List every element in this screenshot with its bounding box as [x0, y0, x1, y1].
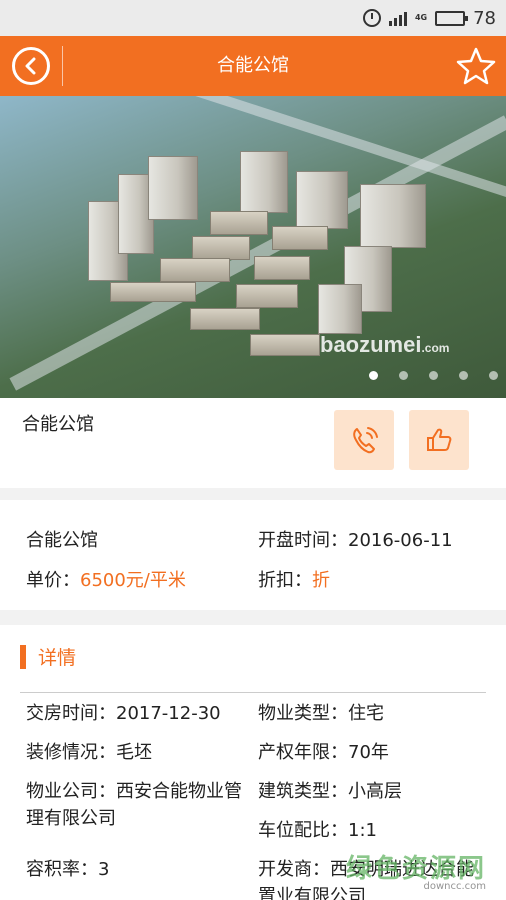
carousel-dot[interactable] — [429, 371, 438, 380]
building-type: 建筑类型：小高层 — [258, 781, 402, 802]
summary-card: 合能公馆 — [0, 398, 506, 488]
thumbs-up-icon — [427, 428, 452, 451]
parking-ratio: 车位配比：1:1 — [258, 820, 377, 841]
details-card: 详情 交房时间：2017-12-30 物业类型：住宅 装修情况：毛坯 产权年限：… — [0, 625, 506, 900]
signal-icon — [388, 10, 407, 26]
management-company: 物业公司：西安合能物业管理有限公司 — [26, 781, 242, 829]
status-icons: 4G 78 — [362, 0, 496, 36]
section-title: 详情 — [38, 647, 77, 669]
alarm-icon — [362, 9, 381, 27]
back-button[interactable] — [12, 47, 50, 85]
building — [250, 334, 320, 356]
network-type: 4G — [414, 13, 428, 22]
battery-level: 78 — [473, 7, 496, 29]
building — [240, 151, 288, 213]
info-name: 合能公馆 — [26, 530, 98, 551]
info-card: 合能公馆 开盘时间：2016-06-11 单价：6500元/平米 折扣：折 — [0, 500, 506, 610]
building — [254, 256, 310, 280]
tenure: 产权年限：70年 — [258, 742, 389, 763]
floor-area-ratio: 容积率：3 — [26, 859, 110, 880]
carousel-dot[interactable] — [489, 371, 498, 380]
building — [360, 184, 426, 248]
image-watermark: baozumei.com — [320, 332, 450, 357]
handover-date: 交房时间：2017-12-30 — [26, 703, 221, 724]
building — [296, 171, 348, 229]
favorite-button[interactable] — [456, 46, 496, 86]
building — [148, 156, 198, 220]
discount: 折扣：折 — [258, 570, 330, 591]
phone-icon — [353, 427, 378, 454]
building — [190, 308, 260, 330]
building — [272, 226, 328, 250]
building — [192, 236, 250, 260]
building — [318, 284, 362, 334]
site-watermark: 绿色资源网 downcc.com — [345, 854, 486, 892]
call-button[interactable] — [334, 410, 394, 470]
decoration: 装修情况：毛坯 — [26, 742, 152, 763]
section-marker — [20, 645, 26, 669]
building — [110, 282, 196, 302]
carousel-indicator — [369, 371, 498, 380]
back-circle-icon — [25, 57, 36, 75]
carousel-dot[interactable] — [459, 371, 468, 380]
page-title: 合能公馆 — [217, 55, 289, 76]
open-date: 开盘时间：2016-06-11 — [258, 530, 453, 551]
hero-carousel[interactable]: baozumei.com — [0, 96, 506, 398]
unit-price: 单价：6500元/平米 — [26, 570, 186, 591]
carousel-dot[interactable] — [399, 371, 408, 380]
battery-icon — [435, 10, 469, 26]
building — [236, 284, 298, 308]
star-icon — [456, 47, 496, 85]
title-divider — [62, 46, 63, 86]
carousel-dot[interactable] — [369, 371, 378, 380]
project-name: 合能公馆 — [22, 414, 94, 435]
property-type: 物业类型：住宅 — [258, 703, 384, 724]
status-bar: 4G 78 — [0, 0, 506, 36]
section-divider — [20, 692, 486, 693]
title-bar: 合能公馆 — [0, 36, 506, 96]
like-button[interactable] — [409, 410, 469, 470]
building — [210, 211, 268, 235]
building — [160, 258, 230, 282]
